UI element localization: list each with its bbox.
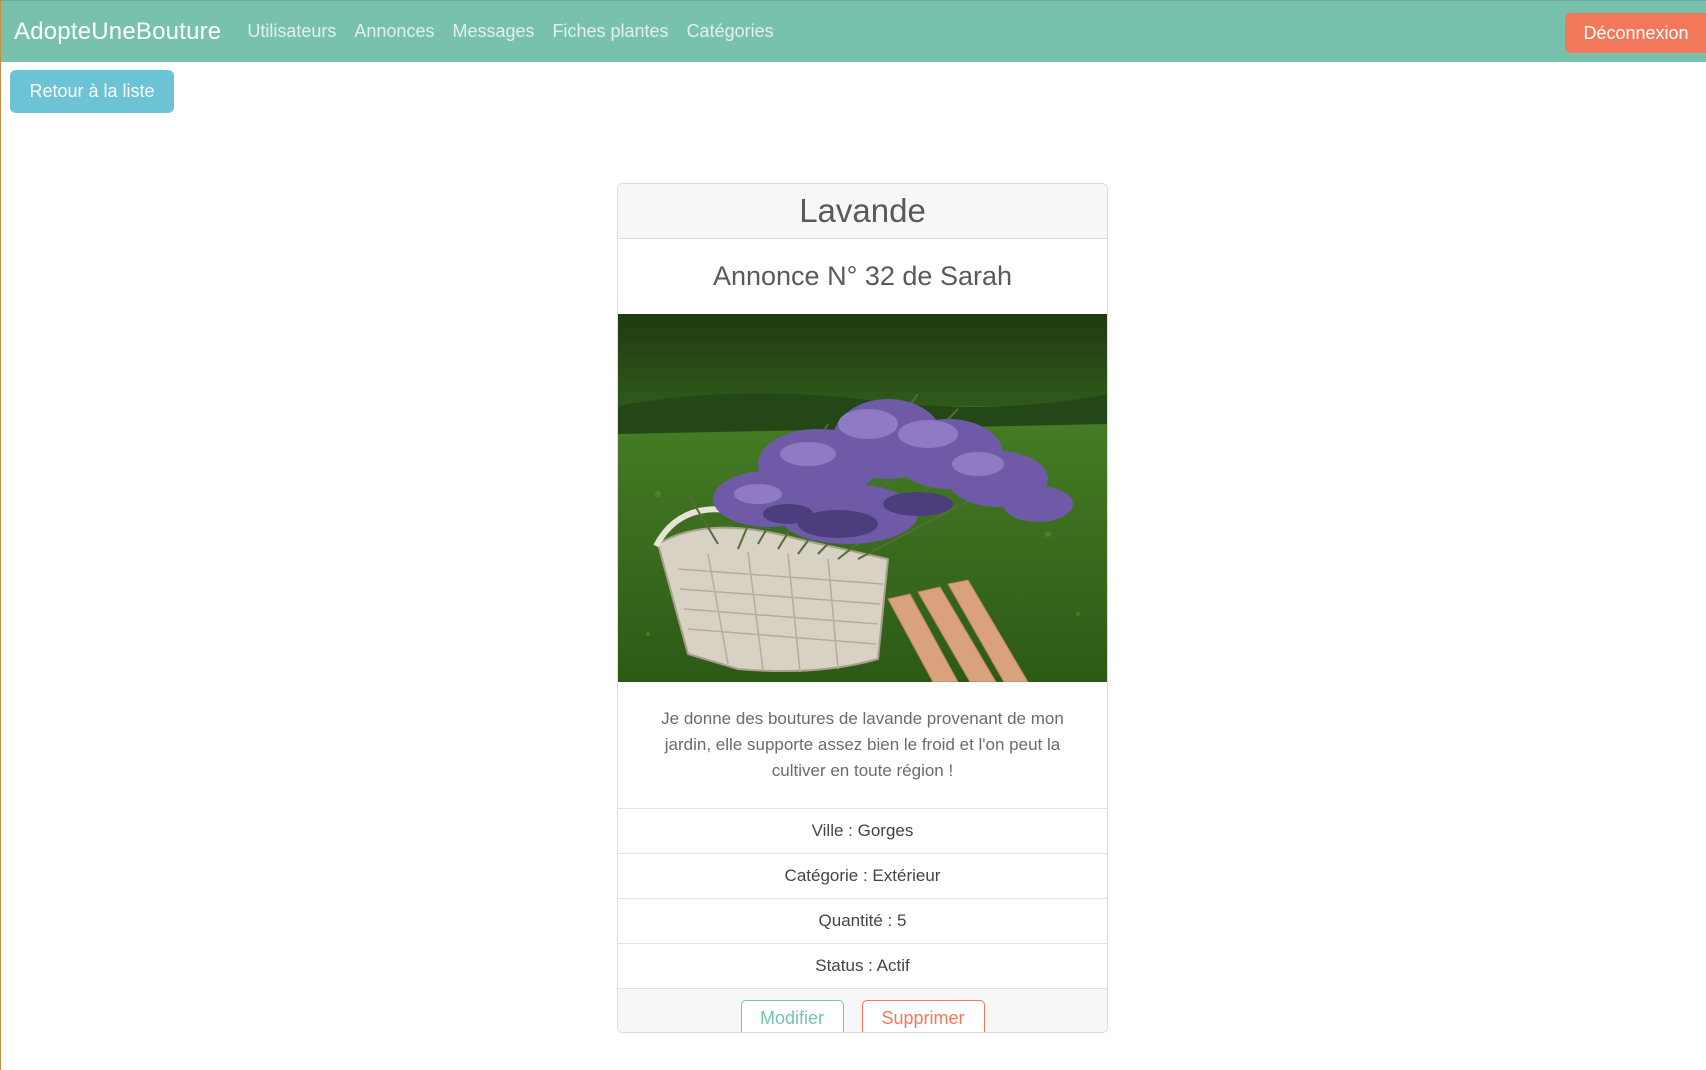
nav-link-plant-sheets[interactable]: Fiches plantes [553,21,669,42]
listing-photo [618,314,1107,682]
detail-quantity: Quantité : 5 [618,899,1107,944]
brand-logo[interactable]: AdopteUneBouture [14,18,221,46]
edit-button[interactable]: Modifier [740,999,844,1032]
top-navbar: AdopteUneBouture Utilisateurs Annonces M… [1,0,1706,62]
nav-link-listings[interactable]: Annonces [354,21,434,42]
nav-link-users[interactable]: Utilisateurs [247,21,336,42]
detail-category: Catégorie : Extérieur [618,854,1107,899]
nav-link-categories[interactable]: Catégories [687,21,774,42]
listing-title: Lavande [618,184,1107,239]
back-to-list-button[interactable]: Retour à la liste [10,70,174,113]
card-actions: Modifier Supprimer [618,989,1107,1032]
logout-button[interactable]: Déconnexion [1565,13,1706,53]
listing-description: Je donne des boutures de lavande provena… [618,682,1107,809]
detail-city: Ville : Gorges [618,809,1107,854]
listing-card: Lavande Annonce N° 32 de Sarah Je donne … [617,183,1108,1033]
nav-links: Utilisateurs Annonces Messages Fiches pl… [247,21,791,42]
listing-subtitle: Annonce N° 32 de Sarah [712,261,1012,291]
detail-status: Status : Actif [618,944,1107,989]
nav-link-messages[interactable]: Messages [452,21,534,42]
delete-button[interactable]: Supprimer [861,999,985,1032]
